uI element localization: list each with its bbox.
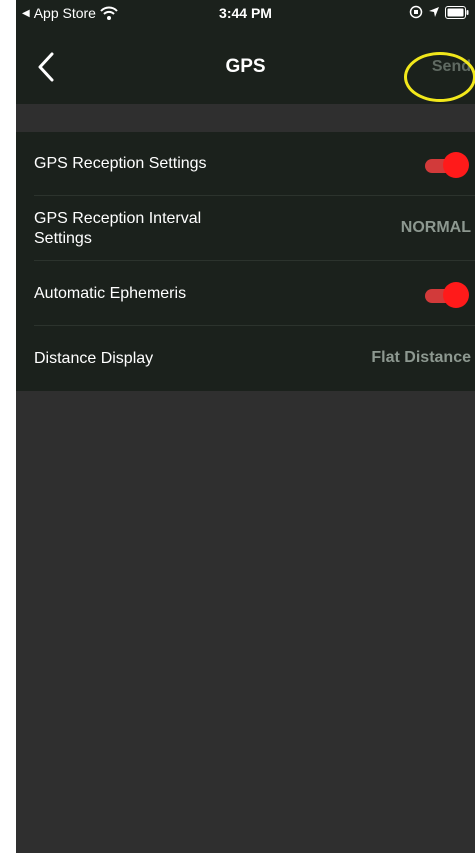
settings-list: GPS Reception Settings GPS Reception Int… [16, 132, 475, 391]
gps-reception-toggle[interactable] [421, 152, 469, 178]
automatic-ephemeris-toggle[interactable] [421, 282, 469, 308]
divider [34, 325, 475, 326]
setting-label: GPS Reception Interval Settings [34, 210, 202, 247]
setting-value: NORMAL [400, 219, 471, 236]
lock-rotation-icon [409, 5, 423, 19]
setting-label: GPS Reception Settings [34, 155, 207, 172]
setting-row-gps-interval[interactable]: GPS Reception Interval Settings NORMAL [16, 197, 475, 261]
setting-row-distance-display[interactable]: Distance Display Flat Distance [16, 327, 475, 391]
setting-row-automatic-ephemeris[interactable]: Automatic Ephemeris [16, 262, 475, 326]
toggle-knob [443, 282, 469, 308]
divider [34, 260, 475, 261]
highlight-annotation [404, 52, 475, 102]
divider [34, 195, 475, 196]
status-icons [409, 5, 469, 19]
location-icon [429, 7, 439, 17]
phone-screen: ◀ App Store 3:44 PM GPS Send GPS Recepti… [16, 0, 475, 853]
battery-icon [445, 5, 469, 19]
toggle-knob [443, 152, 469, 178]
status-bar: ◀ App Store 3:44 PM [16, 0, 475, 28]
setting-label: Automatic Ephemeris [34, 285, 187, 302]
setting-label: Distance Display [34, 350, 154, 367]
setting-row-gps-reception[interactable]: GPS Reception Settings [16, 132, 475, 196]
status-time: 3:44 PM [219, 5, 272, 21]
setting-value: Flat Distance [371, 349, 471, 366]
